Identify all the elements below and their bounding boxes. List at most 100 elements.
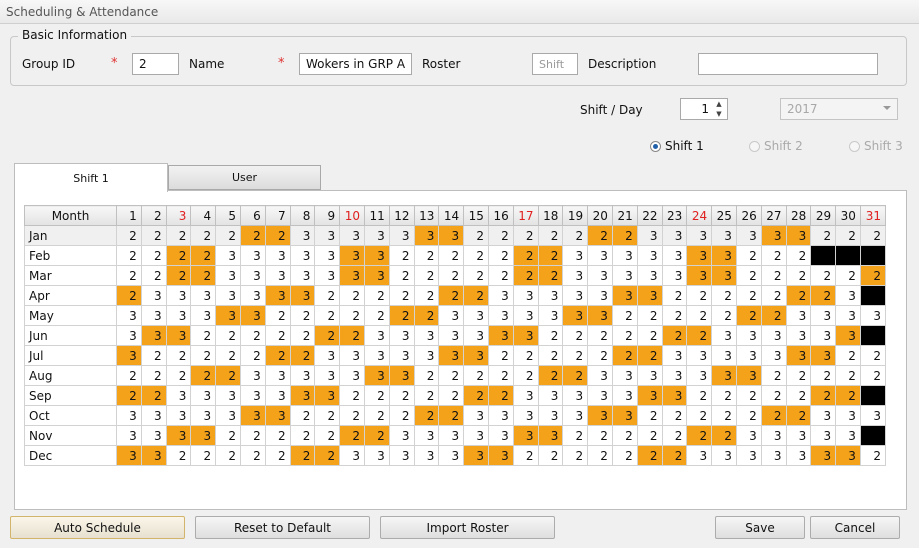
- day-cell[interactable]: 2: [611, 325, 638, 346]
- day-cell[interactable]: [859, 385, 887, 406]
- day-cell[interactable]: 3: [165, 325, 192, 346]
- day-cell[interactable]: 2: [289, 325, 316, 346]
- day-cell[interactable]: 3: [686, 365, 713, 386]
- day-cell[interactable]: 3: [239, 245, 266, 266]
- day-cell[interactable]: 2: [363, 405, 390, 426]
- day-cell[interactable]: 3: [363, 265, 390, 286]
- day-cell[interactable]: 2: [686, 285, 713, 306]
- day-cell[interactable]: 3: [314, 385, 341, 406]
- day-cell[interactable]: 2: [140, 265, 167, 286]
- day-cell[interactable]: 3: [165, 305, 192, 326]
- tab-shift-1[interactable]: Shift 1: [14, 163, 168, 192]
- day-cell[interactable]: 2: [859, 225, 887, 246]
- day-cell[interactable]: 2: [859, 445, 887, 466]
- day-cell[interactable]: 3: [760, 425, 787, 446]
- day-cell[interactable]: 3: [611, 245, 638, 266]
- day-cell[interactable]: 3: [165, 405, 192, 426]
- day-cell[interactable]: [859, 285, 887, 306]
- day-cell[interactable]: 2: [785, 385, 812, 406]
- day-cell[interactable]: 3: [239, 405, 266, 426]
- stepper-arrows-icon[interactable]: ▲ ▼: [713, 99, 725, 119]
- day-cell[interactable]: 2: [140, 385, 167, 406]
- day-cell[interactable]: 3: [339, 445, 365, 466]
- shift-2-radio[interactable]: Shift 2: [749, 138, 803, 154]
- day-cell[interactable]: 3: [438, 325, 465, 346]
- day-cell[interactable]: 3: [835, 285, 861, 306]
- day-cell[interactable]: 2: [686, 405, 713, 426]
- day-cell[interactable]: 2: [339, 405, 365, 426]
- day-cell[interactable]: 3: [512, 285, 539, 306]
- day-cell[interactable]: 2: [537, 245, 564, 266]
- day-cell[interactable]: 2: [363, 285, 390, 306]
- day-cell[interactable]: 2: [859, 265, 887, 286]
- day-cell[interactable]: 2: [835, 265, 861, 286]
- day-cell[interactable]: 2: [512, 365, 539, 386]
- day-cell[interactable]: 2: [165, 345, 192, 366]
- day-cell[interactable]: 2: [165, 265, 192, 286]
- day-cell[interactable]: 2: [636, 405, 663, 426]
- day-cell[interactable]: 3: [611, 285, 638, 306]
- day-cell[interactable]: 2: [438, 365, 465, 386]
- import-roster-button[interactable]: Import Roster: [380, 516, 555, 539]
- day-cell[interactable]: 3: [735, 445, 762, 466]
- day-cell[interactable]: 2: [239, 225, 266, 246]
- day-cell[interactable]: 3: [711, 225, 737, 246]
- day-cell[interactable]: 2: [239, 325, 266, 346]
- day-cell[interactable]: 3: [413, 325, 440, 346]
- day-cell[interactable]: 3: [339, 225, 365, 246]
- day-cell[interactable]: 2: [562, 445, 589, 466]
- day-cell[interactable]: 3: [835, 325, 861, 346]
- day-cell[interactable]: 3: [339, 245, 365, 266]
- day-column-header[interactable]: 15: [463, 205, 489, 226]
- day-cell[interactable]: 3: [289, 385, 316, 406]
- day-cell[interactable]: 2: [661, 325, 688, 346]
- day-cell[interactable]: 2: [760, 405, 787, 426]
- day-cell[interactable]: 2: [835, 345, 861, 366]
- day-cell[interactable]: 3: [438, 425, 465, 446]
- day-cell[interactable]: 2: [314, 405, 341, 426]
- day-column-header[interactable]: 22: [636, 205, 663, 226]
- day-cell[interactable]: 2: [239, 445, 266, 466]
- day-cell[interactable]: 2: [413, 265, 440, 286]
- day-cell[interactable]: 2: [835, 385, 861, 406]
- day-cell[interactable]: 3: [388, 445, 415, 466]
- day-cell[interactable]: 2: [711, 285, 737, 306]
- day-column-header[interactable]: 7: [264, 205, 291, 226]
- day-column-header[interactable]: 18: [537, 205, 564, 226]
- day-cell[interactable]: 2: [140, 345, 167, 366]
- day-cell[interactable]: 3: [239, 385, 266, 406]
- day-column-header[interactable]: 31: [859, 205, 887, 226]
- day-column-header[interactable]: 19: [562, 205, 589, 226]
- day-column-header[interactable]: 20: [587, 205, 613, 226]
- day-cell[interactable]: 2: [661, 285, 688, 306]
- day-cell[interactable]: 2: [116, 245, 142, 266]
- day-cell[interactable]: 3: [140, 445, 167, 466]
- day-column-header[interactable]: 3: [165, 205, 192, 226]
- day-cell[interactable]: 2: [611, 305, 638, 326]
- day-cell[interactable]: 3: [239, 365, 266, 386]
- day-column-header[interactable]: 21: [611, 205, 638, 226]
- day-cell[interactable]: 2: [190, 345, 217, 366]
- day-cell[interactable]: 2: [587, 445, 613, 466]
- day-cell[interactable]: 3: [116, 445, 142, 466]
- day-cell[interactable]: 3: [463, 345, 489, 366]
- day-cell[interactable]: 2: [413, 405, 440, 426]
- day-cell[interactable]: 2: [686, 325, 713, 346]
- day-cell[interactable]: 2: [413, 245, 440, 266]
- day-cell[interactable]: 2: [760, 265, 787, 286]
- day-cell[interactable]: 2: [463, 265, 489, 286]
- save-button[interactable]: Save: [715, 516, 805, 539]
- tab-user[interactable]: User: [168, 165, 321, 190]
- day-cell[interactable]: 3: [587, 385, 613, 406]
- day-cell[interactable]: 2: [835, 225, 861, 246]
- day-cell[interactable]: 3: [339, 345, 365, 366]
- day-cell[interactable]: 2: [140, 245, 167, 266]
- day-cell[interactable]: 2: [562, 225, 589, 246]
- day-cell[interactable]: 3: [314, 365, 341, 386]
- day-column-header[interactable]: 2: [140, 205, 167, 226]
- day-cell[interactable]: 3: [537, 405, 564, 426]
- shift-per-day-stepper[interactable]: 1 ▲ ▼: [680, 98, 728, 120]
- day-cell[interactable]: 2: [512, 345, 539, 366]
- day-cell[interactable]: 2: [264, 325, 291, 346]
- day-cell[interactable]: 3: [810, 445, 837, 466]
